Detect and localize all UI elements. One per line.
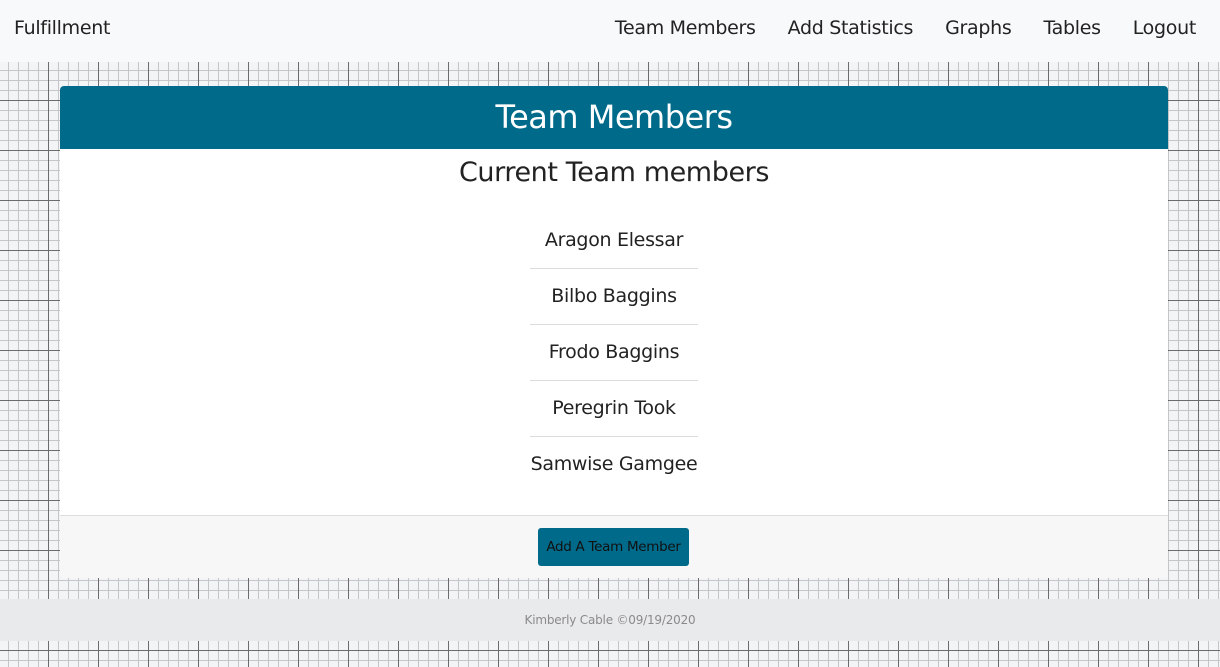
card-footer: Add A Team Member	[60, 515, 1168, 578]
nav-team-members[interactable]: Team Members	[615, 17, 756, 39]
nav-logout[interactable]: Logout	[1133, 17, 1197, 39]
navbar: Fulfillment Team Members Add Statistics …	[0, 0, 1220, 62]
team-member-item: Aragon Elessar	[530, 213, 698, 269]
team-member-item: Frodo Baggins	[530, 325, 698, 381]
nav-graphs[interactable]: Graphs	[945, 17, 1012, 39]
card-header: Team Members	[60, 86, 1168, 149]
nav-add-statistics[interactable]: Add Statistics	[788, 17, 914, 39]
nav-tables[interactable]: Tables	[1044, 17, 1102, 39]
nav-links: Team Members Add Statistics Graphs Table…	[615, 17, 1196, 39]
team-member-item: Peregrin Took	[530, 381, 698, 437]
team-member-item: Bilbo Baggins	[530, 269, 698, 325]
card-subtitle: Current Team members	[458, 157, 770, 188]
team-member-list: Aragon Elessar Bilbo Baggins Frodo Baggi…	[530, 213, 698, 492]
team-members-card: Team Members Current Team members Aragon…	[60, 86, 1168, 578]
page-footer: Kimberly Cable ©09/19/2020	[0, 599, 1220, 641]
brand-link[interactable]: Fulfillment	[14, 17, 110, 39]
add-team-member-button[interactable]: Add A Team Member	[538, 528, 689, 566]
team-member-item: Samwise Gamgee	[530, 453, 698, 475]
